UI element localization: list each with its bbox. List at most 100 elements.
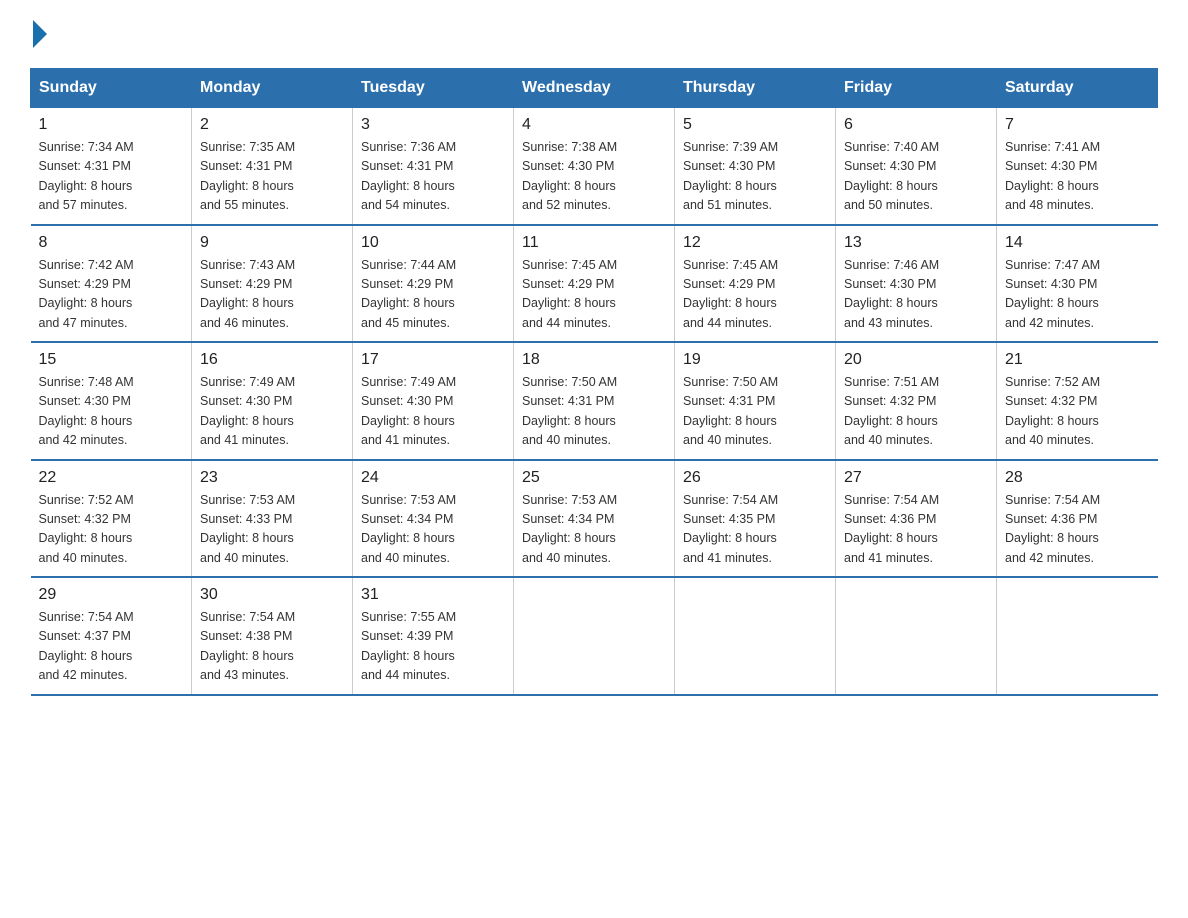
- day-info: Sunrise: 7:45 AMSunset: 4:29 PMDaylight:…: [522, 256, 666, 334]
- day-number: 18: [522, 351, 666, 369]
- day-number: 31: [361, 586, 505, 604]
- day-info: Sunrise: 7:43 AMSunset: 4:29 PMDaylight:…: [200, 256, 344, 334]
- day-info: Sunrise: 7:50 AMSunset: 4:31 PMDaylight:…: [522, 373, 666, 451]
- calendar-cell: 31 Sunrise: 7:55 AMSunset: 4:39 PMDayligh…: [353, 577, 514, 695]
- calendar-cell: 2 Sunrise: 7:35 AMSunset: 4:31 PMDaylight…: [192, 108, 353, 225]
- week-row-5: 29 Sunrise: 7:54 AMSunset: 4:37 PMDayligh…: [31, 577, 1158, 695]
- weekday-header-tuesday: Tuesday: [353, 69, 514, 108]
- calendar-cell: 29 Sunrise: 7:54 AMSunset: 4:37 PMDayligh…: [31, 577, 192, 695]
- day-info: Sunrise: 7:53 AMSunset: 4:33 PMDaylight:…: [200, 491, 344, 569]
- day-number: 2: [200, 116, 344, 134]
- day-info: Sunrise: 7:55 AMSunset: 4:39 PMDaylight:…: [361, 608, 505, 686]
- day-number: 15: [39, 351, 184, 369]
- calendar-cell: 17 Sunrise: 7:49 AMSunset: 4:30 PMDayligh…: [353, 342, 514, 460]
- calendar-cell: 8Sunrise: 7:42 AMSunset: 4:29 PMDaylight…: [31, 225, 192, 343]
- day-info: Sunrise: 7:39 AMSunset: 4:30 PMDaylight:…: [683, 138, 827, 216]
- calendar-cell: 27 Sunrise: 7:54 AMSunset: 4:36 PMDayligh…: [836, 460, 997, 578]
- calendar-cell: 13Sunrise: 7:46 AMSunset: 4:30 PMDayligh…: [836, 225, 997, 343]
- day-number: 13: [844, 234, 988, 252]
- day-number: 27: [844, 469, 988, 487]
- day-info: Sunrise: 7:52 AMSunset: 4:32 PMDaylight:…: [39, 491, 184, 569]
- calendar-cell: [997, 577, 1158, 695]
- weekday-header-wednesday: Wednesday: [514, 69, 675, 108]
- weekday-header-monday: Monday: [192, 69, 353, 108]
- day-info: Sunrise: 7:41 AMSunset: 4:30 PMDaylight:…: [1005, 138, 1150, 216]
- day-info: Sunrise: 7:47 AMSunset: 4:30 PMDaylight:…: [1005, 256, 1150, 334]
- day-info: Sunrise: 7:54 AMSunset: 4:37 PMDaylight:…: [39, 608, 184, 686]
- weekday-row: SundayMondayTuesdayWednesdayThursdayFrid…: [31, 69, 1158, 108]
- day-number: 9: [200, 234, 344, 252]
- day-number: 3: [361, 116, 505, 134]
- logo: [30, 20, 50, 48]
- week-row-4: 22Sunrise: 7:52 AMSunset: 4:32 PMDayligh…: [31, 460, 1158, 578]
- calendar-cell: 30 Sunrise: 7:54 AMSunset: 4:38 PMDayligh…: [192, 577, 353, 695]
- day-number: 7: [1005, 116, 1150, 134]
- day-number: 14: [1005, 234, 1150, 252]
- calendar-cell: 21 Sunrise: 7:52 AMSunset: 4:32 PMDayligh…: [997, 342, 1158, 460]
- calendar-cell: 12Sunrise: 7:45 AMSunset: 4:29 PMDayligh…: [675, 225, 836, 343]
- calendar-cell: [675, 577, 836, 695]
- day-number: 25: [522, 469, 666, 487]
- day-number: 5: [683, 116, 827, 134]
- day-info: Sunrise: 7:35 AMSunset: 4:31 PMDaylight:…: [200, 138, 344, 216]
- calendar-cell: 1 Sunrise: 7:34 AMSunset: 4:31 PMDaylight…: [31, 108, 192, 225]
- day-info: Sunrise: 7:54 AMSunset: 4:38 PMDaylight:…: [200, 608, 344, 686]
- day-info: Sunrise: 7:54 AMSunset: 4:36 PMDaylight:…: [844, 491, 988, 569]
- calendar-cell: 18 Sunrise: 7:50 AMSunset: 4:31 PMDayligh…: [514, 342, 675, 460]
- week-row-3: 15 Sunrise: 7:48 AMSunset: 4:30 PMDayligh…: [31, 342, 1158, 460]
- weekday-header-saturday: Saturday: [997, 69, 1158, 108]
- day-number: 19: [683, 351, 827, 369]
- day-number: 28: [1005, 469, 1150, 487]
- day-number: 11: [522, 234, 666, 252]
- calendar-cell: 5 Sunrise: 7:39 AMSunset: 4:30 PMDaylight…: [675, 108, 836, 225]
- day-number: 29: [39, 586, 184, 604]
- calendar-cell: 16Sunrise: 7:49 AMSunset: 4:30 PMDayligh…: [192, 342, 353, 460]
- day-number: 24: [361, 469, 505, 487]
- day-number: 20: [844, 351, 988, 369]
- day-info: Sunrise: 7:34 AMSunset: 4:31 PMDaylight:…: [39, 138, 184, 216]
- logo-triangle-icon: [33, 20, 47, 48]
- calendar-cell: 28Sunrise: 7:54 AMSunset: 4:36 PMDayligh…: [997, 460, 1158, 578]
- day-info: Sunrise: 7:42 AMSunset: 4:29 PMDaylight:…: [39, 256, 184, 334]
- day-info: Sunrise: 7:53 AMSunset: 4:34 PMDaylight:…: [522, 491, 666, 569]
- day-number: 1: [39, 116, 184, 134]
- calendar-cell: 23Sunrise: 7:53 AMSunset: 4:33 PMDayligh…: [192, 460, 353, 578]
- week-row-1: 1 Sunrise: 7:34 AMSunset: 4:31 PMDaylight…: [31, 108, 1158, 225]
- weekday-header-sunday: Sunday: [31, 69, 192, 108]
- calendar-cell: 9 Sunrise: 7:43 AMSunset: 4:29 PMDaylight…: [192, 225, 353, 343]
- day-info: Sunrise: 7:53 AMSunset: 4:34 PMDaylight:…: [361, 491, 505, 569]
- day-info: Sunrise: 7:48 AMSunset: 4:30 PMDaylight:…: [39, 373, 184, 451]
- weekday-header-thursday: Thursday: [675, 69, 836, 108]
- calendar-cell: 20Sunrise: 7:51 AMSunset: 4:32 PMDayligh…: [836, 342, 997, 460]
- day-info: Sunrise: 7:40 AMSunset: 4:30 PMDaylight:…: [844, 138, 988, 216]
- day-info: Sunrise: 7:52 AMSunset: 4:32 PMDaylight:…: [1005, 373, 1150, 451]
- day-number: 6: [844, 116, 988, 134]
- day-number: 21: [1005, 351, 1150, 369]
- day-info: Sunrise: 7:45 AMSunset: 4:29 PMDaylight:…: [683, 256, 827, 334]
- day-info: Sunrise: 7:44 AMSunset: 4:29 PMDaylight:…: [361, 256, 505, 334]
- calendar-cell: 6 Sunrise: 7:40 AMSunset: 4:30 PMDaylight…: [836, 108, 997, 225]
- day-info: Sunrise: 7:49 AMSunset: 4:30 PMDaylight:…: [361, 373, 505, 451]
- calendar-cell: 22Sunrise: 7:52 AMSunset: 4:32 PMDayligh…: [31, 460, 192, 578]
- day-info: Sunrise: 7:50 AMSunset: 4:31 PMDaylight:…: [683, 373, 827, 451]
- day-info: Sunrise: 7:49 AMSunset: 4:30 PMDaylight:…: [200, 373, 344, 451]
- day-info: Sunrise: 7:54 AMSunset: 4:35 PMDaylight:…: [683, 491, 827, 569]
- calendar-cell: 3Sunrise: 7:36 AMSunset: 4:31 PMDaylight…: [353, 108, 514, 225]
- calendar-header: SundayMondayTuesdayWednesdayThursdayFrid…: [31, 69, 1158, 108]
- calendar-cell: 14 Sunrise: 7:47 AMSunset: 4:30 PMDayligh…: [997, 225, 1158, 343]
- day-number: 4: [522, 116, 666, 134]
- calendar-cell: 7 Sunrise: 7:41 AMSunset: 4:30 PMDaylight…: [997, 108, 1158, 225]
- calendar-cell: 25 Sunrise: 7:53 AMSunset: 4:34 PMDayligh…: [514, 460, 675, 578]
- calendar-cell: 11 Sunrise: 7:45 AMSunset: 4:29 PMDayligh…: [514, 225, 675, 343]
- week-row-2: 8Sunrise: 7:42 AMSunset: 4:29 PMDaylight…: [31, 225, 1158, 343]
- calendar-cell: [514, 577, 675, 695]
- day-number: 30: [200, 586, 344, 604]
- day-number: 10: [361, 234, 505, 252]
- calendar-cell: 26 Sunrise: 7:54 AMSunset: 4:35 PMDayligh…: [675, 460, 836, 578]
- calendar-cell: 4Sunrise: 7:38 AMSunset: 4:30 PMDaylight…: [514, 108, 675, 225]
- calendar-cell: [836, 577, 997, 695]
- calendar-cell: 15 Sunrise: 7:48 AMSunset: 4:30 PMDayligh…: [31, 342, 192, 460]
- day-number: 17: [361, 351, 505, 369]
- day-number: 26: [683, 469, 827, 487]
- calendar-cell: 10 Sunrise: 7:44 AMSunset: 4:29 PMDayligh…: [353, 225, 514, 343]
